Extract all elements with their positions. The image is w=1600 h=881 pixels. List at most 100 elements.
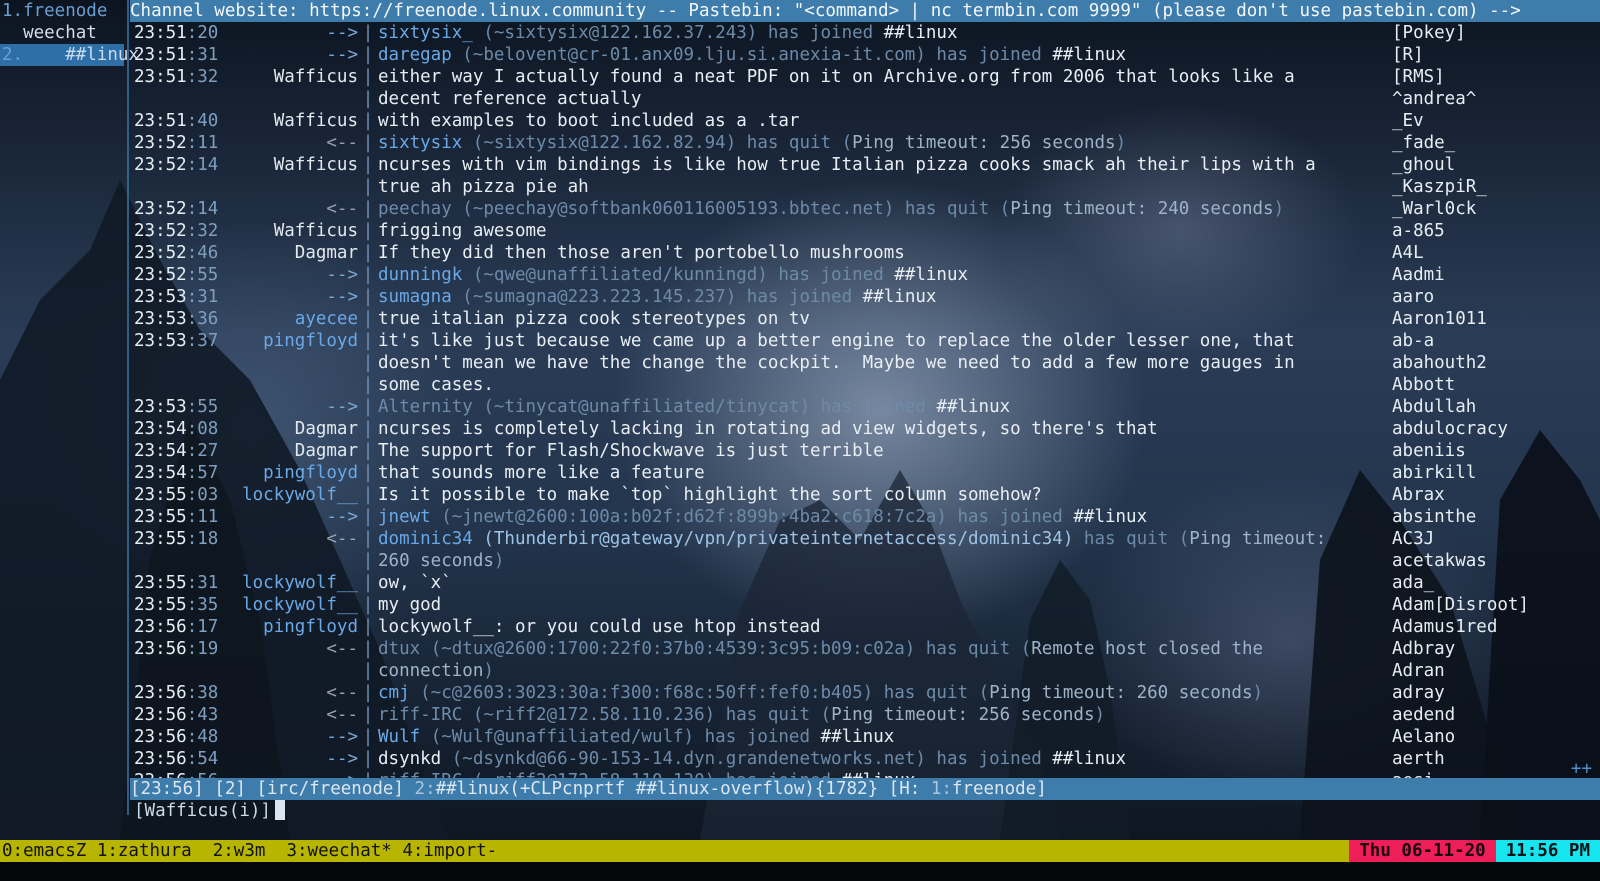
nick-prefix[interactable] bbox=[216, 374, 358, 396]
nick-item[interactable]: [R] bbox=[1376, 44, 1600, 66]
nick-prefix[interactable]: Dagmar bbox=[216, 440, 358, 462]
timestamp: 23:53:37 bbox=[134, 331, 219, 351]
buffer-item[interactable]: weechat bbox=[0, 22, 124, 44]
nick-item[interactable]: Aaron1011 bbox=[1376, 308, 1600, 330]
nick-item[interactable]: ^andrea^ bbox=[1376, 88, 1600, 110]
prefix-separator: | bbox=[362, 375, 374, 395]
input-line[interactable]: [Wafficus(i)] bbox=[134, 800, 285, 822]
nick-item[interactable]: Adamus1red bbox=[1376, 616, 1600, 638]
chat-line: | true ah pizza pie ah bbox=[134, 176, 1374, 198]
nick-prefix[interactable]: --> bbox=[216, 748, 358, 770]
nick-item[interactable]: _Warl0ck bbox=[1376, 198, 1600, 220]
message-segment: ##linux bbox=[1041, 45, 1127, 65]
prefix-separator: | bbox=[362, 419, 374, 439]
nick-item[interactable]: Abrax bbox=[1376, 484, 1600, 506]
nick-item[interactable]: _fade_ bbox=[1376, 132, 1600, 154]
nick-prefix[interactable]: lockywolf__ bbox=[216, 484, 358, 506]
timestamp: 23:56:19 bbox=[134, 639, 219, 659]
nick-prefix[interactable]: <-- bbox=[216, 704, 358, 726]
nick-prefix[interactable] bbox=[216, 88, 358, 110]
nick-prefix[interactable]: --> bbox=[216, 726, 358, 748]
chat-area[interactable]: 23:51:20 --> | sixtysix_ (~sixtysix@122.162… bbox=[134, 22, 1374, 792]
nick-prefix[interactable]: Wafficus bbox=[216, 110, 358, 132]
nick-item[interactable]: abdulocracy bbox=[1376, 418, 1600, 440]
message-segment: ( bbox=[1010, 639, 1032, 659]
nick-prefix[interactable]: --> bbox=[216, 286, 358, 308]
prefix-separator: | bbox=[362, 441, 374, 461]
nick-item[interactable]: _KaszpiR_ bbox=[1376, 176, 1600, 198]
nick-item[interactable]: [RMS] bbox=[1376, 66, 1600, 88]
buffer-item[interactable]: 2. ##linux bbox=[0, 44, 139, 66]
message-text: with examples to boot included as a .tar bbox=[378, 110, 1374, 132]
nick-item[interactable]: ab-a bbox=[1376, 330, 1600, 352]
nick-item[interactable]: [Pokey] bbox=[1376, 22, 1600, 44]
nick-prefix[interactable]: lockywolf__ bbox=[216, 594, 358, 616]
nick-item[interactable]: Adbray bbox=[1376, 638, 1600, 660]
message-segment: has joined bbox=[704, 727, 810, 747]
nick-prefix[interactable]: pingfloyd bbox=[216, 462, 358, 484]
nick-prefix[interactable]: ayecee bbox=[216, 308, 358, 330]
timestamp: 23:52:14 bbox=[134, 199, 219, 219]
message-text: true italian pizza cook stereotypes on t… bbox=[378, 308, 1374, 330]
nick-prefix[interactable]: <-- bbox=[216, 132, 358, 154]
nick-prefix[interactable] bbox=[216, 550, 358, 572]
nick-prefix[interactable]: pingfloyd bbox=[216, 330, 358, 352]
nick-prefix[interactable]: Wafficus bbox=[216, 66, 358, 88]
nick-item[interactable]: absinthe bbox=[1376, 506, 1600, 528]
chat-line: 23:51:40 Wafficus | with examples to boot i… bbox=[134, 110, 1374, 132]
nick-item[interactable]: Aadmi bbox=[1376, 264, 1600, 286]
message-segment: that sounds more like a feature bbox=[378, 463, 705, 483]
chat-line: 23:56:38 <-- | cmj (~c@2603:3023:30a:f300:f… bbox=[134, 682, 1374, 704]
nick-item[interactable]: ada_ bbox=[1376, 572, 1600, 594]
nick-prefix[interactable]: <-- bbox=[216, 198, 358, 220]
nick-prefix[interactable]: --> bbox=[216, 22, 358, 44]
nick-item[interactable]: abeniis bbox=[1376, 440, 1600, 462]
nick-prefix[interactable]: lockywolf__ bbox=[216, 572, 358, 594]
nick-prefix[interactable]: --> bbox=[216, 396, 358, 418]
buffer-item[interactable]: 1.freenode bbox=[0, 0, 124, 22]
nick-prefix[interactable]: --> bbox=[216, 264, 358, 286]
nick-prefix[interactable]: <-- bbox=[216, 682, 358, 704]
message-segment: ) bbox=[1094, 705, 1106, 725]
nick-item[interactable]: adray bbox=[1376, 682, 1600, 704]
nick-item[interactable]: Aelano bbox=[1376, 726, 1600, 748]
nick-item[interactable]: aerth bbox=[1376, 748, 1600, 770]
message-text: my god bbox=[378, 594, 1374, 616]
nick-prefix[interactable]: Wafficus bbox=[216, 220, 358, 242]
nick-item[interactable]: abirkill bbox=[1376, 462, 1600, 484]
timestamp: 23:54:57 bbox=[134, 463, 219, 483]
message-segment: decent reference actually bbox=[378, 89, 642, 109]
prefix-separator: | bbox=[362, 573, 374, 593]
nick-prefix[interactable]: Dagmar bbox=[216, 242, 358, 264]
nick-prefix[interactable]: <-- bbox=[216, 528, 358, 550]
nick-prefix[interactable]: <-- bbox=[216, 638, 358, 660]
chat-line: 23:53:37 pingfloyd | it's like just because… bbox=[134, 330, 1374, 352]
text-cursor bbox=[274, 800, 285, 820]
nick-item[interactable]: Adam[Disroot] bbox=[1376, 594, 1600, 616]
nick-prefix[interactable]: Wafficus bbox=[216, 154, 358, 176]
nick-item[interactable]: abahouth2 bbox=[1376, 352, 1600, 374]
nick-item[interactable]: Abbott bbox=[1376, 374, 1600, 396]
nick-item[interactable]: Adran bbox=[1376, 660, 1600, 682]
nick-item[interactable]: A4L bbox=[1376, 242, 1600, 264]
tmux-window-list[interactable]: 0:emacsZ 1:zathura 2:w3m 3:weechat* 4:im… bbox=[0, 840, 1349, 862]
nick-item[interactable]: aaro bbox=[1376, 286, 1600, 308]
nick-item[interactable]: aedend bbox=[1376, 704, 1600, 726]
nick-item[interactable]: _Ev bbox=[1376, 110, 1600, 132]
nick-prefix[interactable] bbox=[216, 176, 358, 198]
nick-list[interactable]: [Pokey] [R] [RMS] ^andrea^ _Ev _fade_ _ghoul _K… bbox=[1376, 22, 1600, 792]
nick-item[interactable]: _ghoul bbox=[1376, 154, 1600, 176]
nick-item[interactable]: AC3J bbox=[1376, 528, 1600, 550]
status-bar: [23:56] [2] [irc/freenode] 2:##linux(+CL… bbox=[130, 778, 1600, 800]
nick-prefix[interactable] bbox=[216, 660, 358, 682]
nick-item[interactable]: acetakwas bbox=[1376, 550, 1600, 572]
message-text: Alternity (~tinycat@unaffiliated/tinycat… bbox=[378, 396, 1374, 418]
tmux-date: Thu 06-11-20 bbox=[1349, 840, 1496, 862]
nick-prefix[interactable] bbox=[216, 352, 358, 374]
nick-prefix[interactable]: Dagmar bbox=[216, 418, 358, 440]
nick-prefix[interactable]: --> bbox=[216, 44, 358, 66]
nick-prefix[interactable]: --> bbox=[216, 506, 358, 528]
nick-item[interactable]: Abdullah bbox=[1376, 396, 1600, 418]
nick-item[interactable]: a-865 bbox=[1376, 220, 1600, 242]
nick-prefix[interactable]: pingfloyd bbox=[216, 616, 358, 638]
